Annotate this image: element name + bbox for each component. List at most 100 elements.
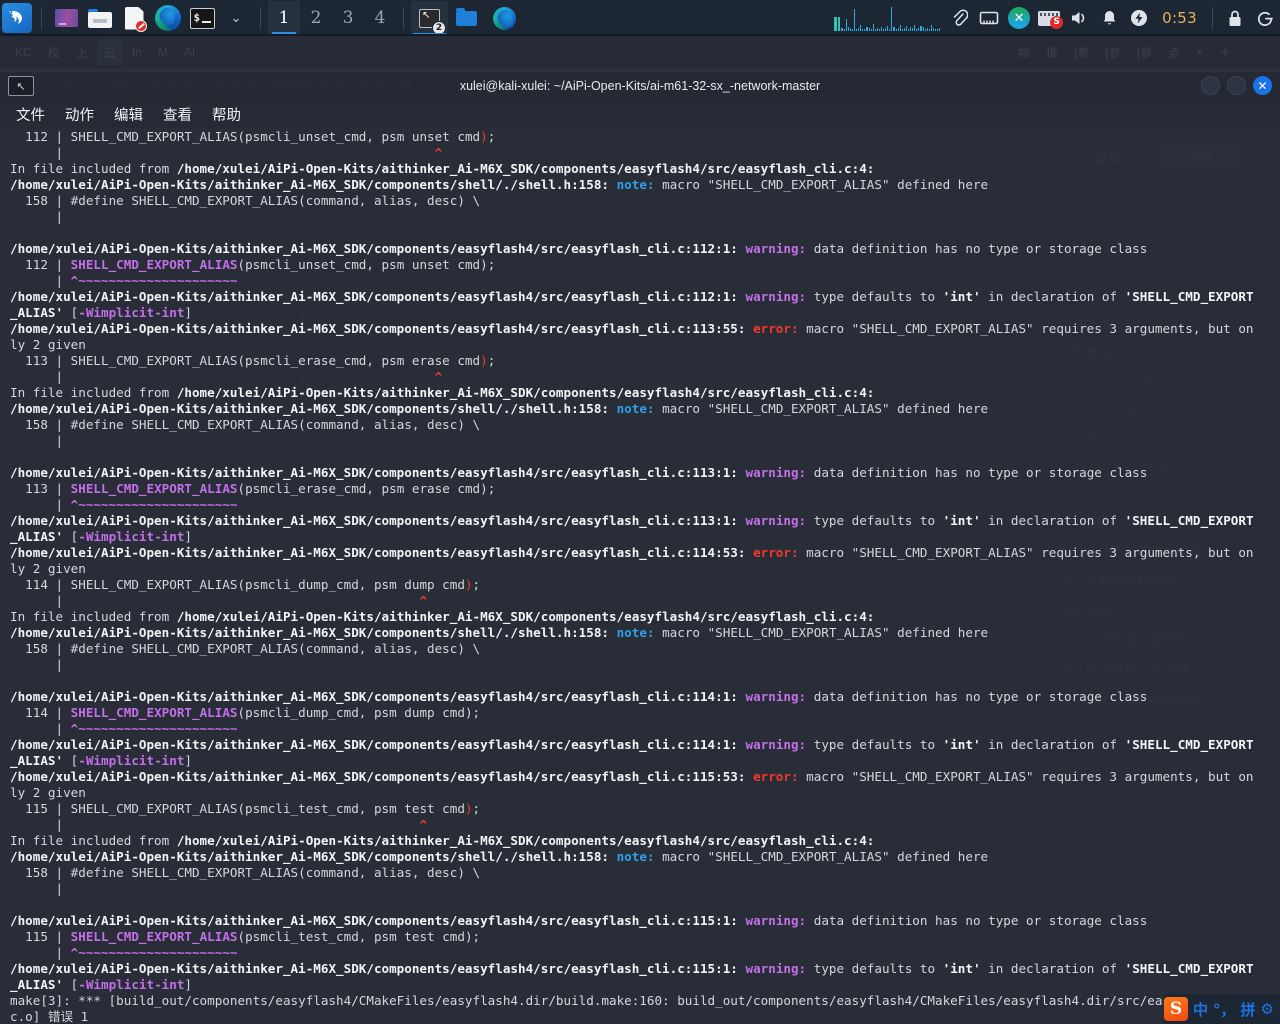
launcher-more-button[interactable]: ⌄ <box>219 1 253 35</box>
workspace-1[interactable]: 1 <box>268 1 300 35</box>
terminal-span: /home/xulei/AiPi-Open-Kits/aithinker_Ai-… <box>10 401 609 416</box>
terminal-span: In file included from <box>10 385 177 400</box>
terminal-line: /home/xulei/AiPi-Open-Kits/aithinker_Ai-… <box>10 545 1260 577</box>
cpu-bar <box>870 29 872 31</box>
window-count-badge: 2 <box>432 21 446 35</box>
terminal-span: warning: <box>745 913 807 928</box>
window-list: 2 <box>411 0 524 36</box>
close-button[interactable]: ✕ <box>1253 76 1272 95</box>
terminal-span: ^~~~~~~~~~~~~~~~~~~~~~ <box>70 273 238 288</box>
terminal-titlebar[interactable]: xulei@kali-xulei: ~/AiPi-Open-Kits/ai-m6… <box>0 72 1280 100</box>
menu-edit[interactable]: 编辑 <box>112 103 145 126</box>
notification-bell-icon[interactable] <box>1094 1 1124 35</box>
terminal-launcher-button[interactable]: $ <box>185 1 219 35</box>
desktop: KC 校 上 云 In M AI 物 推 [参 [参 [参 点 × ＋ ← → … <box>0 36 1280 1024</box>
logout-icon[interactable] <box>1250 1 1280 35</box>
window-button-files[interactable] <box>448 1 485 35</box>
terminal-span: ; <box>472 577 481 592</box>
terminal-line: 114 | SHELL_CMD_EXPORT_ALIAS(psmcli_dump… <box>10 577 1260 593</box>
terminal-span: ^~~~~~~~~~~~~~~~~~~~~~ <box>70 945 238 960</box>
ime-indicator[interactable]: S 中 °， 拼 ⚙ <box>1164 994 1280 1024</box>
network-icon[interactable] <box>974 1 1004 35</box>
terminal-span <box>609 849 617 864</box>
terminal-span: : <box>866 385 875 400</box>
workspace-2[interactable]: 2 <box>300 1 332 35</box>
terminal-span: ) <box>464 801 473 816</box>
terminal-line: In file included from /home/xulei/AiPi-O… <box>10 385 1260 401</box>
terminal-line: /home/xulei/AiPi-Open-Kits/aithinker_Ai-… <box>10 241 1260 257</box>
terminal-span: note: <box>616 625 655 640</box>
terminal-span: 114 | <box>10 705 71 720</box>
ghost-tab: 点 <box>1167 45 1180 60</box>
terminal-text[interactable]: 112 | SHELL_CMD_EXPORT_ALIAS(psmcli_unse… <box>10 128 1260 1024</box>
cpu-usage-graph[interactable] <box>834 5 941 31</box>
panel-divider <box>1212 7 1213 29</box>
maximize-button[interactable] <box>1227 76 1246 95</box>
power-status-icon[interactable] <box>1124 1 1154 35</box>
terminal-span: /home/xulei/AiPi-Open-Kits/aithinker_Ai-… <box>176 609 867 624</box>
kali-menu-button[interactable] <box>0 1 34 35</box>
terminal-span: SHELL_CMD_EXPORT_ALIAS <box>70 705 238 720</box>
terminal-span: SHELL_CMD_EXPORT_ALIAS(psmcli_unset_cmd,… <box>70 129 481 144</box>
clipboard-icon[interactable] <box>944 1 974 35</box>
terminal-line: make[3]: *** [build_out/components/easyf… <box>10 993 1260 1024</box>
cpu-bar <box>878 29 880 31</box>
terminal-line: 112 | SHELL_CMD_EXPORT_ALIAS(psmcli_unse… <box>10 129 1260 145</box>
file-manager-button[interactable] <box>83 1 117 35</box>
terminal-line: 113 | SHELL_CMD_EXPORT_ALIAS(psmcli_eras… <box>10 481 1260 497</box>
terminal-span: /home/xulei/AiPi-Open-Kits/aithinker_Ai-… <box>10 321 746 336</box>
cpu-bar <box>916 29 918 31</box>
window-button-edge[interactable] <box>485 1 524 35</box>
terminal-span <box>745 321 753 336</box>
terminal-span: : <box>866 833 875 848</box>
gear-icon[interactable]: ⚙ <box>1261 1000 1274 1018</box>
cpu-bar <box>901 29 903 31</box>
ghost-new-tab-icon: ＋ <box>1218 45 1231 60</box>
xmind-tray-icon[interactable]: ✕ <box>1004 1 1034 35</box>
sogou-ime-icon[interactable]: S <box>1164 997 1188 1021</box>
terminal-span: ^~~~~~~~~~~~~~~~~~~~~~ <box>70 497 238 512</box>
terminal-span: In file included from <box>10 833 177 848</box>
window-button-terminal[interactable]: 2 <box>411 1 448 35</box>
terminal-line: 112 | SHELL_CMD_EXPORT_ALIAS(psmcli_unse… <box>10 257 1260 273</box>
cpu-bar <box>843 29 845 31</box>
cpu-bar <box>939 28 941 31</box>
ime-input-mode[interactable]: 拼 <box>1241 999 1256 1020</box>
menu-view[interactable]: 查看 <box>161 103 194 126</box>
terminal-line: /home/xulei/AiPi-Open-Kits/aithinker_Ai-… <box>10 625 1260 641</box>
edge-launcher-button[interactable] <box>151 1 185 35</box>
terminal-span: [ <box>63 529 79 544</box>
menu-file[interactable]: 文件 <box>14 103 47 126</box>
terminal-span: 'int' <box>942 289 981 304</box>
cpu-bar <box>920 26 922 31</box>
minimize-button[interactable] <box>1201 76 1220 95</box>
lock-screen-icon[interactable] <box>1220 1 1250 35</box>
terminal-span: type defaults to <box>806 289 943 304</box>
terminal-span: -Wimplicit-int <box>78 305 185 320</box>
keyboard-ime-icon[interactable]: S <box>1034 1 1064 35</box>
terminal-output-area[interactable]: 112 | SHELL_CMD_EXPORT_ALIAS(psmcli_unse… <box>0 128 1280 1024</box>
terminal-line: 158 | #define SHELL_CMD_EXPORT_ALIAS(com… <box>10 641 1260 657</box>
menu-help[interactable]: 帮助 <box>210 103 243 126</box>
clock[interactable]: 0:53 <box>1154 9 1205 27</box>
ime-punctuation-mode[interactable]: °， <box>1213 999 1236 1020</box>
ghost-browser-tabbar: KC 校 上 云 In M AI 物 推 [参 [参 [参 点 × ＋ <box>0 36 1280 68</box>
volume-icon[interactable] <box>1064 1 1094 35</box>
cpu-bar <box>935 29 937 31</box>
terminal-span: 'int' <box>942 961 981 976</box>
cpu-bar <box>851 29 853 31</box>
window-controls: ✕ <box>1201 76 1272 95</box>
ime-language-mode[interactable]: 中 <box>1193 999 1208 1020</box>
workspace-3[interactable]: 3 <box>332 1 364 35</box>
menu-actions[interactable]: 动作 <box>63 103 96 126</box>
text-editor-button[interactable] <box>117 1 151 35</box>
terminal-line: | ^ <box>10 145 1260 161</box>
gradient-app-button[interactable] <box>49 1 83 35</box>
workspace-4[interactable]: 4 <box>364 1 396 35</box>
terminal-span: /home/xulei/AiPi-Open-Kits/aithinker_Ai-… <box>10 177 609 192</box>
terminal-span: macro "SHELL_CMD_EXPORT_ALIAS" defined h… <box>654 625 989 640</box>
terminal-span: /home/xulei/AiPi-Open-Kits/aithinker_Ai-… <box>10 737 738 752</box>
system-tray: ✕ S 0:53 <box>944 0 1280 36</box>
